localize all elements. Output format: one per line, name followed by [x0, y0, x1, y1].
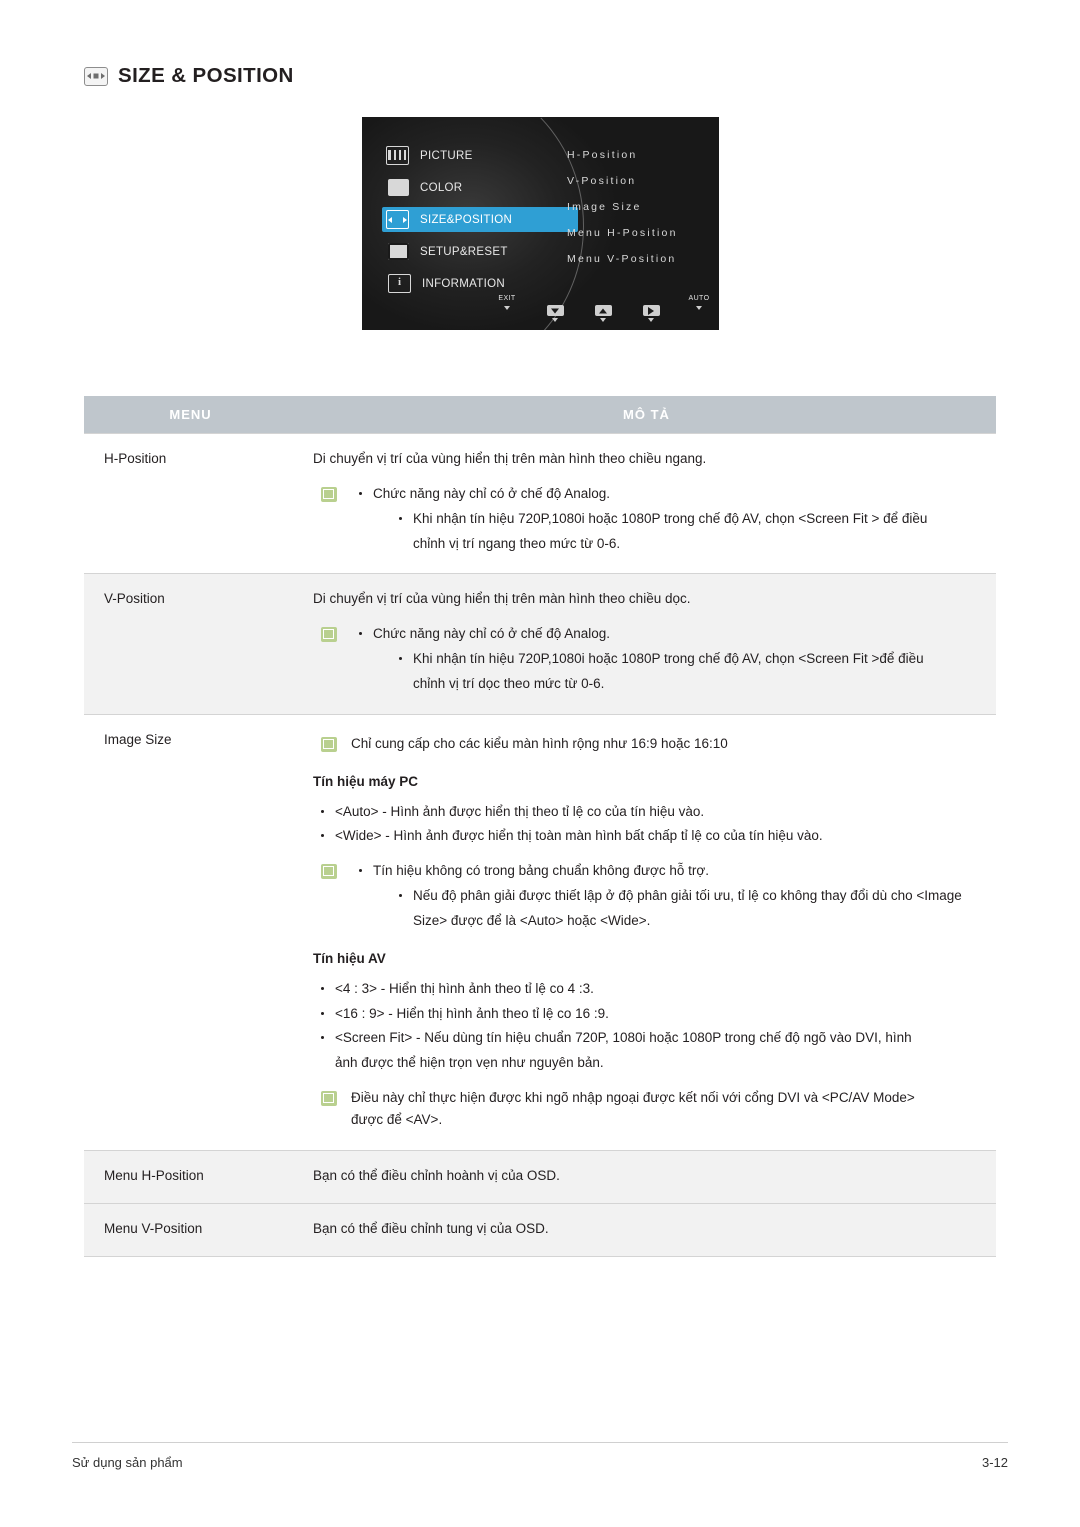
note-sub-bullet: Khi nhận tín hiệu 720P,1080i hoặc 1080P … [351, 648, 982, 670]
bullet: <Screen Fit> - Nếu dùng tín hiệu chuẩn 7… [313, 1027, 982, 1049]
tick-icon [552, 318, 558, 322]
table-cell-description: Di chuyển vị trí của vùng hiển thị trên … [297, 432, 996, 574]
document-page: SIZE & POSITION PICTURE COLOR SIZE&POSIT… [0, 0, 1080, 1527]
bullet: <Wide> - Hình ảnh được hiển thị toàn màn… [313, 825, 982, 847]
note-block: Tín hiệu không có trong bảng chuẩn không… [313, 860, 982, 932]
osd-main-menu: PICTURE COLOR SIZE&POSITION SETUP&RESET … [382, 143, 578, 303]
footer-divider [72, 1442, 1008, 1443]
osd-menu-label: SETUP&RESET [420, 245, 508, 258]
osd-button-caption: EXIT [498, 295, 516, 302]
bullet-cont: ảnh được thể hiện trọn vẹn như nguyên bả… [335, 1055, 604, 1071]
note-sub-bullet-cont: chỉnh vị trí ngang theo mức từ 0-6. [413, 535, 621, 551]
note-sub-bullet-cont: Size> được để là <Auto> hoặc <Wide>. [413, 913, 651, 929]
note-sub-bullet-cont: chỉnh vị trí dọc theo mức từ 0-6. [413, 676, 605, 692]
table-cell-menu: Menu H-Position [84, 1149, 297, 1204]
page-header: SIZE & POSITION [84, 64, 294, 88]
table-cell-description: Bạn có thể điều chỉnh tung vị của OSD. [297, 1202, 996, 1257]
osd-screenshot: PICTURE COLOR SIZE&POSITION SETUP&RESET … [362, 117, 719, 330]
osd-button-enter[interactable] [638, 294, 664, 322]
description-text: Di chuyển vị trí của vùng hiển thị trên … [313, 451, 707, 466]
osd-menu-item-size-position[interactable]: SIZE&POSITION [382, 207, 578, 232]
note-bullet: Tín hiệu không có trong bảng chuẩn không… [351, 860, 982, 882]
note-sub-bullet: Khi nhận tín hiệu 720P,1080i hoặc 1080P … [351, 508, 982, 530]
table-header-description: MÔ TẢ [297, 396, 996, 434]
table-row: Menu V-Position Bạn có thể điều chỉnh tu… [84, 1202, 996, 1257]
bullet: <16 : 9> - Hiển thị hình ảnh theo tỉ lệ … [313, 1003, 982, 1025]
table-header-menu: MENU [84, 396, 297, 434]
osd-submenu-item[interactable]: Image Size [567, 201, 678, 213]
note-block: Điều này chỉ thực hiện được khi ngõ nhập… [313, 1087, 982, 1131]
osd-menu-label: INFORMATION [422, 277, 505, 290]
osd-menu-item-information[interactable]: i INFORMATION [382, 271, 572, 296]
osd-button-down[interactable] [542, 294, 568, 322]
note-icon [321, 486, 337, 502]
table-header-row: MENU MÔ TẢ [84, 396, 996, 434]
osd-submenu-item[interactable]: V-Position [567, 175, 678, 187]
osd-submenu-item[interactable]: H-Position [567, 149, 678, 161]
osd-menu-label: COLOR [420, 181, 463, 194]
osd-button-exit[interactable]: EXIT [494, 294, 520, 310]
page-title: SIZE & POSITION [118, 64, 294, 87]
subheading-av-signal: Tín hiệu AV [313, 950, 386, 966]
table-cell-menu: Menu V-Position [84, 1202, 297, 1257]
size-position-icon [84, 66, 108, 86]
table-row: H-Position Di chuyển vị trí của vùng hiể… [84, 432, 996, 574]
size-position-icon [386, 210, 409, 229]
note-bullet: Chức năng này chỉ có ở chế độ Analog. [351, 483, 982, 505]
osd-submenu-item[interactable]: Menu V-Position [567, 253, 678, 265]
osd-menu-item-setup-reset[interactable]: SETUP&RESET [382, 239, 572, 264]
subheading-pc-signal: Tín hiệu máy PC [313, 773, 419, 789]
osd-menu-label: SIZE&POSITION [420, 213, 513, 226]
arrow-down-icon [546, 305, 564, 316]
table-cell-menu: V-Position [84, 573, 297, 715]
exit-icon [504, 306, 510, 310]
note-block: Chức năng này chỉ có ở chế độ Analog. Kh… [313, 483, 982, 555]
color-icon [388, 179, 409, 196]
osd-menu-item-picture[interactable]: PICTURE [382, 143, 572, 168]
note-text: Chỉ cung cấp cho các kiểu màn hình rộng … [351, 735, 728, 751]
osd-menu-label: PICTURE [420, 149, 473, 162]
osd-button-up[interactable] [590, 294, 616, 322]
table-cell-menu: H-Position [84, 432, 297, 574]
arrow-up-icon [594, 305, 612, 316]
osd-button-caption: AUTO [688, 295, 710, 302]
table-cell-menu: Image Size [84, 713, 297, 1151]
setup-reset-icon [388, 243, 409, 260]
information-icon: i [388, 274, 411, 293]
table-cell-description: Chỉ cung cấp cho các kiểu màn hình rộng … [297, 713, 996, 1151]
tick-icon [648, 318, 654, 322]
tick-icon [600, 318, 606, 322]
note-bullet: Chức năng này chỉ có ở chế độ Analog. [351, 623, 982, 645]
arrow-right-icon [642, 305, 660, 316]
menu-description-table: MENU MÔ TẢ H-Position Di chuyển vị trí c… [84, 396, 996, 1257]
footer-section-label: Sử dụng sản phẩm [72, 1455, 183, 1470]
osd-submenu-item[interactable]: Menu H-Position [567, 227, 678, 239]
bullet: <Auto> - Hình ảnh được hiển thị theo tỉ … [313, 801, 982, 823]
osd-button-auto[interactable]: AUTO [686, 294, 712, 310]
table-row: V-Position Di chuyển vị trí của vùng hiể… [84, 573, 996, 715]
table-cell-description: Di chuyển vị trí của vùng hiển thị trên … [297, 573, 996, 715]
description-text: Di chuyển vị trí của vùng hiển thị trên … [313, 591, 691, 607]
note-block: Chức năng này chỉ có ở chế độ Analog. Kh… [313, 623, 982, 695]
note-icon [321, 864, 337, 880]
note-icon [321, 627, 337, 643]
note-text-cont: được để <AV>. [351, 1112, 443, 1128]
table-row: Image Size Chỉ cung cấp cho các kiểu màn… [84, 713, 996, 1151]
table-cell-description: Bạn có thể điều chỉnh hoành vị của OSD. [297, 1149, 996, 1204]
note-sub-bullet: Nếu độ phân giải được thiết lập ở độ phâ… [351, 885, 982, 907]
osd-button-bar: EXIT AUTO [494, 294, 719, 322]
auto-icon [696, 306, 702, 310]
osd-submenu: H-Position V-Position Image Size Menu H-… [567, 149, 678, 279]
osd-menu-item-color[interactable]: COLOR [382, 175, 572, 200]
note-icon [321, 736, 337, 752]
picture-icon [386, 146, 409, 165]
note-icon [321, 1091, 337, 1107]
bullet: <4 : 3> - Hiển thị hình ảnh theo tỉ lệ c… [313, 978, 982, 1000]
page-number: 3-12 [981, 1455, 1008, 1470]
note-block: Chỉ cung cấp cho các kiểu màn hình rộng … [313, 733, 982, 755]
note-text: Điều này chỉ thực hiện được khi ngõ nhập… [351, 1090, 915, 1106]
table-row: Menu H-Position Bạn có thể điều chỉnh ho… [84, 1149, 996, 1204]
